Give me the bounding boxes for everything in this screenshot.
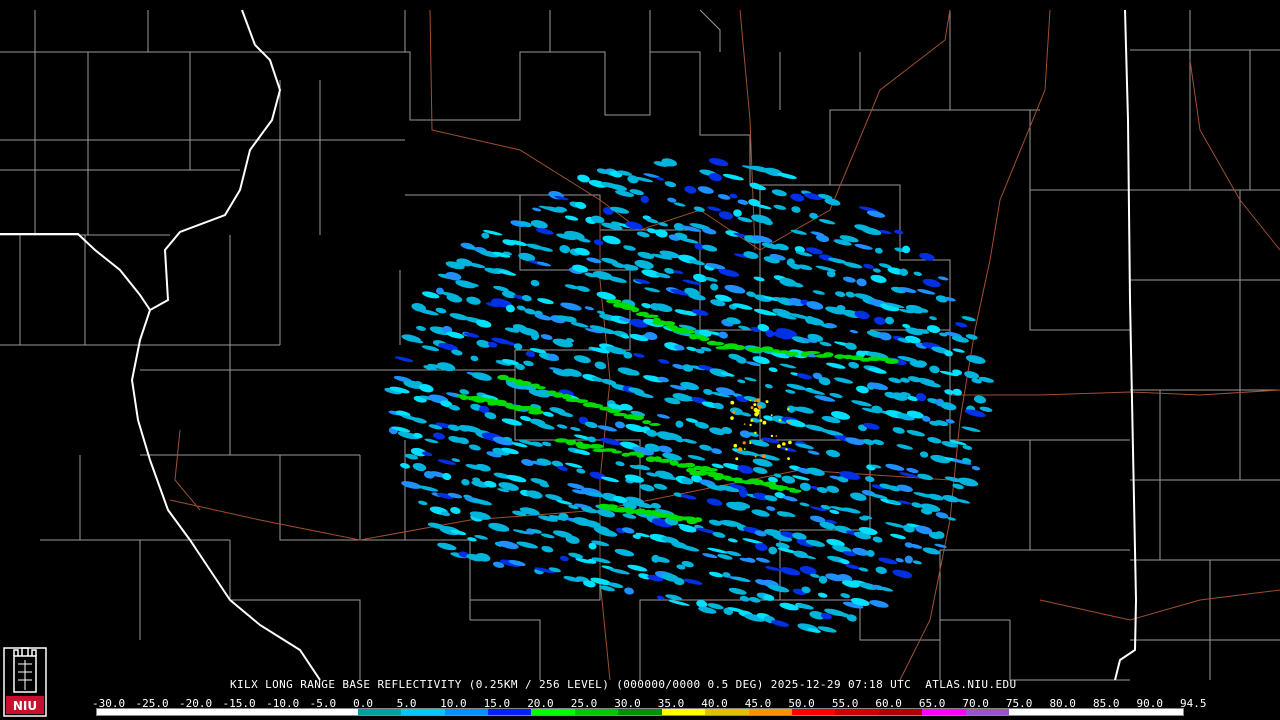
echo-core	[730, 400, 735, 405]
scale-swatch	[835, 709, 879, 715]
echo-core	[782, 442, 786, 446]
echo-cell-strong	[643, 314, 659, 318]
scale-swatch	[618, 709, 662, 715]
echo-core	[735, 457, 739, 461]
echo-cell-strong	[732, 345, 746, 351]
echo-core	[756, 398, 761, 403]
scale-swatch	[1139, 709, 1183, 715]
echo-core	[738, 447, 743, 452]
echo-core	[753, 403, 757, 407]
echo-core	[770, 434, 774, 438]
radar-map: NIU	[0, 0, 1280, 720]
echo-core	[787, 457, 790, 460]
echo-core	[755, 411, 760, 415]
echo-core	[777, 444, 781, 449]
echo-core	[743, 423, 746, 425]
scale-swatch	[487, 709, 532, 715]
scale-swatch	[401, 709, 445, 715]
echo-core	[732, 410, 736, 414]
niu-logo: NIU	[3, 647, 47, 717]
niu-logo-text: NIU	[13, 699, 37, 713]
scale-swatch	[357, 709, 402, 715]
echo-cell-strong	[605, 299, 622, 304]
echo-core	[749, 441, 751, 443]
echo-cell-strong	[699, 336, 710, 342]
echo-core	[787, 421, 791, 425]
echo-cell-strong	[789, 489, 802, 493]
scale-swatch	[314, 709, 358, 715]
product-title: KILX LONG RANGE BASE REFLECTIVITY (0.25K…	[230, 678, 1017, 691]
echo-core	[733, 443, 738, 448]
echo-core	[730, 416, 734, 420]
echo-cell-strong	[565, 439, 577, 446]
echo-core	[742, 441, 746, 445]
echo-core	[778, 419, 782, 422]
color-scale-bar	[96, 708, 1184, 716]
echo-cell-strong	[519, 381, 532, 386]
echo-core	[775, 435, 778, 437]
echo-cell-strong	[631, 307, 640, 313]
echo-core	[761, 454, 766, 458]
echo-cell-strong	[684, 329, 695, 334]
echo-core	[750, 419, 754, 422]
scale-swatch	[792, 709, 836, 715]
scale-swatch	[661, 709, 706, 715]
scale-swatch	[1096, 709, 1140, 715]
echo-cell-strong	[607, 408, 621, 414]
echo-cell-strong	[822, 352, 834, 358]
scale-swatch	[1052, 709, 1097, 715]
scale-swatch	[965, 709, 1010, 715]
echo-core	[749, 399, 752, 402]
echo-core	[749, 423, 752, 427]
echo-core	[753, 400, 756, 403]
echo-core	[757, 404, 762, 409]
echo-cell-strong	[787, 351, 799, 357]
echo-core	[785, 448, 788, 451]
echo-cell-strong	[710, 341, 725, 346]
echo-core	[788, 440, 792, 445]
scale-swatch	[97, 709, 141, 715]
echo-cell-strong	[575, 399, 589, 403]
scale-swatch	[183, 709, 228, 715]
echo-core	[770, 414, 773, 417]
echo-cell-strong	[760, 346, 774, 352]
scale-swatch	[270, 709, 315, 715]
scale-swatch	[140, 709, 184, 715]
echo-cell-strong	[611, 450, 623, 454]
echo-cell-strong	[706, 468, 718, 472]
echo-core	[765, 400, 769, 404]
echo-cell-strong	[528, 409, 544, 415]
echo-cell-strong	[683, 462, 696, 468]
echo-cell-strong	[884, 358, 899, 365]
scale-swatch	[922, 709, 966, 715]
echo-cell-strong	[588, 444, 604, 449]
echo-core	[754, 455, 757, 458]
echo-cell-strong	[631, 414, 644, 421]
echo-cell-strong	[804, 351, 820, 355]
scale-swatch	[878, 709, 923, 715]
echo-core	[787, 408, 790, 411]
echo-core	[762, 420, 767, 425]
echo-core	[754, 431, 757, 434]
scale-swatch	[574, 709, 619, 715]
echo-cell-strong	[561, 393, 572, 400]
echo-cell-strong	[649, 423, 661, 426]
echo-cell-strong	[636, 452, 645, 458]
scale-swatch	[531, 709, 575, 715]
echo-core	[750, 406, 754, 410]
echo-core	[759, 419, 763, 422]
echo-core	[743, 448, 746, 450]
scale-swatch	[705, 709, 749, 715]
echo-cell-strong	[642, 420, 652, 425]
echo-cell-strong	[536, 386, 546, 390]
scale-swatch	[444, 709, 488, 715]
scale-swatch	[748, 709, 792, 715]
echo-cell-strong	[693, 517, 703, 523]
scale-swatch	[1009, 709, 1053, 715]
scale-swatch	[227, 709, 271, 715]
echo-cell-strong	[750, 346, 763, 353]
